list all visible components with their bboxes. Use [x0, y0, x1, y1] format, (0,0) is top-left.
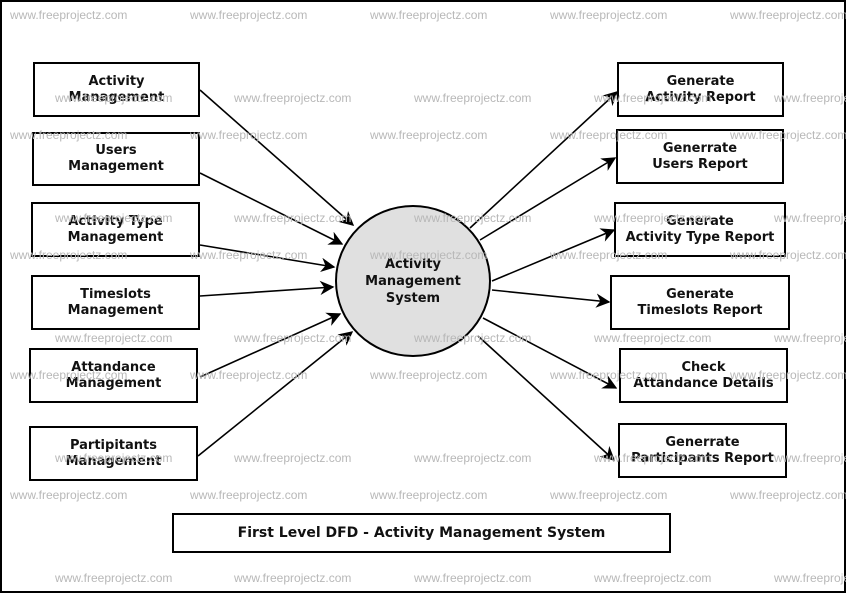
- watermark-text: www.freeprojectz.com: [414, 211, 532, 225]
- watermark-text: www.freeprojectz.com: [414, 331, 532, 345]
- watermark-text: www.freeprojectz.com: [190, 128, 308, 142]
- flow-arrow-in1-to-p0: [199, 89, 355, 226]
- watermark-text: www.freeprojectz.com: [550, 248, 668, 262]
- watermark-text: www.freeprojectz.com: [10, 248, 128, 262]
- watermark-text: www.freeprojectz.com: [594, 331, 712, 345]
- watermark-text: www.freeprojectz.com: [55, 91, 173, 105]
- flow-arrow-p0-to-out4: [491, 289, 611, 308]
- flow-arrow-p0-to-out6: [477, 335, 616, 461]
- watermark-text: www.freeprojectz.com: [730, 368, 846, 382]
- watermark-text: www.freeprojectz.com: [370, 368, 488, 382]
- data-flow-arrows: [197, 89, 619, 461]
- watermark-text: www.freeprojectz.com: [234, 91, 352, 105]
- flow-arrow-in4-to-p0: [199, 280, 335, 297]
- watermark-text: www.freeprojectz.com: [190, 368, 308, 382]
- flow-arrow-p0-to-out1: [469, 91, 619, 229]
- watermark-text: www.freeprojectz.com: [730, 248, 846, 262]
- watermark-text: www.freeprojectz.com: [55, 211, 173, 225]
- flow-arrow-in6-to-p0: [197, 331, 354, 457]
- watermark-text: www.freeprojectz.com: [774, 331, 846, 345]
- watermark-text: www.freeprojectz.com: [234, 211, 352, 225]
- watermark-text: www.freeprojectz.com: [10, 128, 128, 142]
- watermark-text: www.freeprojectz.com: [594, 451, 712, 465]
- watermark-text: www.freeprojectz.com: [10, 368, 128, 382]
- watermark-text: www.freeprojectz.com: [730, 128, 846, 142]
- watermark-text: www.freeprojectz.com: [234, 451, 352, 465]
- watermark-text: www.freeprojectz.com: [774, 211, 846, 225]
- watermark-text: www.freeprojectz.com: [190, 248, 308, 262]
- watermark-text: www.freeprojectz.com: [234, 331, 352, 345]
- watermark-text: www.freeprojectz.com: [414, 91, 532, 105]
- watermark-text: www.freeprojectz.com: [774, 91, 846, 105]
- watermark-text: www.freeprojectz.com: [370, 128, 488, 142]
- watermark-text: www.freeprojectz.com: [55, 331, 173, 345]
- flow-arrow-in2-to-p0: [199, 172, 344, 245]
- watermark-text: www.freeprojectz.com: [774, 451, 846, 465]
- dfd-canvas: www.freeprojectz.com www.freeprojectz.com…: [0, 0, 846, 593]
- watermark-text: www.freeprojectz.com: [414, 451, 532, 465]
- watermark-text: www.freeprojectz.com: [594, 211, 712, 225]
- watermark-text: www.freeprojectz.com: [370, 248, 488, 262]
- watermark-text: www.freeprojectz.com: [55, 451, 173, 465]
- watermark-text: www.freeprojectz.com: [550, 128, 668, 142]
- watermark-text: www.freeprojectz.com: [594, 91, 712, 105]
- watermark-text: www.freeprojectz.com: [550, 368, 668, 382]
